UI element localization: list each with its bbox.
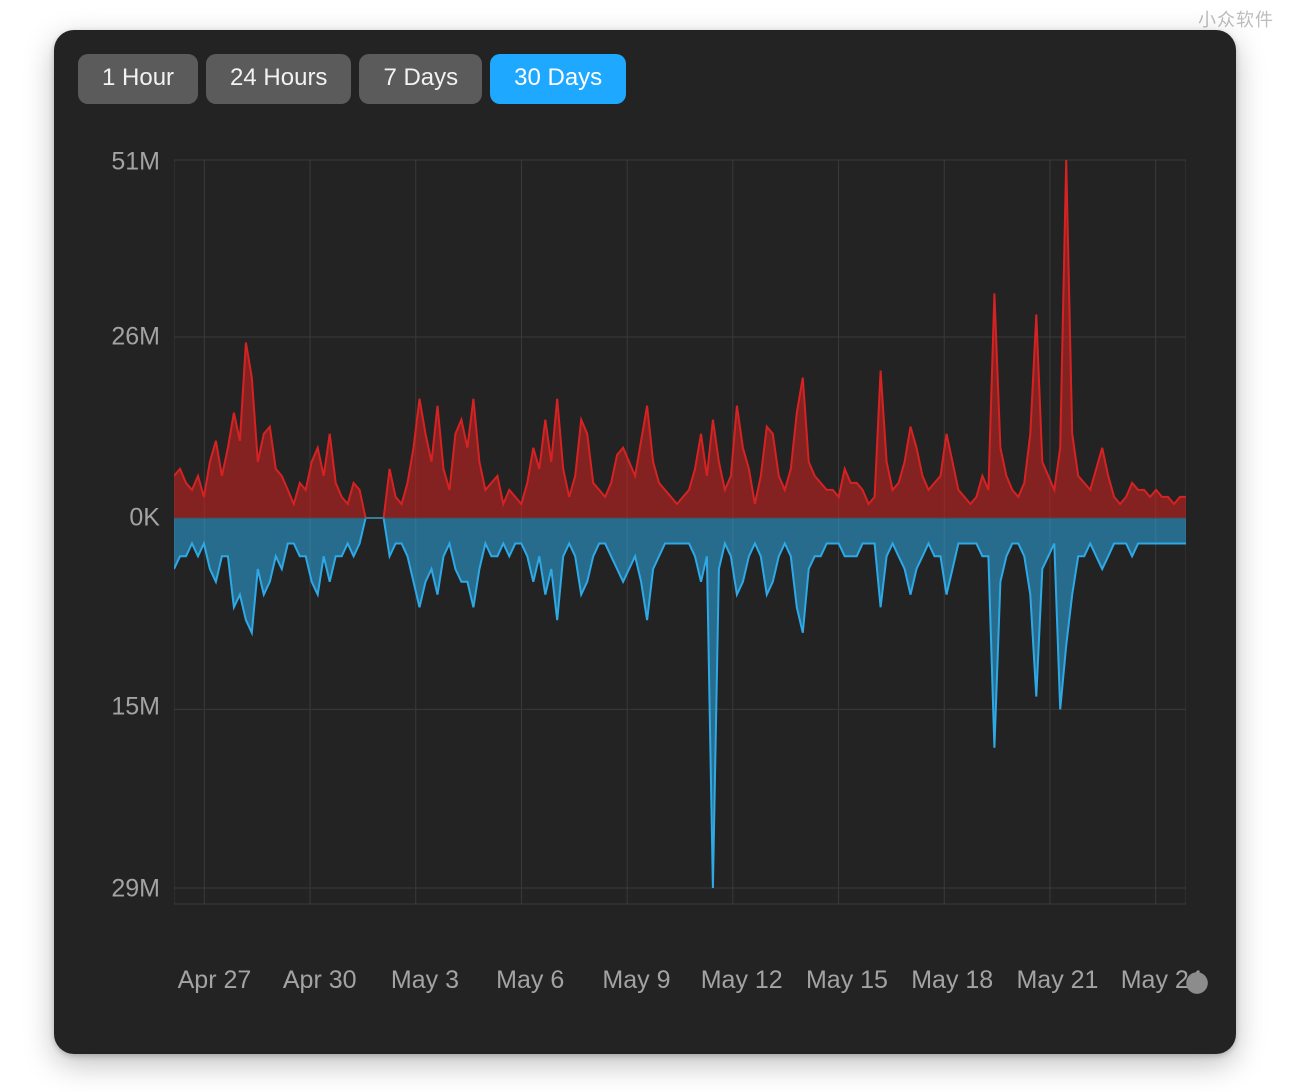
x-tick: May 6	[496, 966, 564, 995]
x-tick: May 18	[911, 966, 993, 995]
chart-area	[174, 142, 1186, 954]
time-range-tabs: 1 Hour 24 Hours 7 Days 30 Days	[78, 54, 626, 104]
y-axis: 51M 26M 0K 15M 29M	[54, 142, 170, 954]
y-tick: 51M	[111, 148, 160, 177]
x-tick: May 12	[701, 966, 783, 995]
clock-icon	[1184, 970, 1210, 996]
tab-1-hour[interactable]: 1 Hour	[78, 54, 198, 104]
y-tick: 15M	[111, 693, 160, 722]
y-tick: 29M	[111, 875, 160, 904]
tab-30-days[interactable]: 30 Days	[490, 54, 626, 104]
x-tick: May 15	[806, 966, 888, 995]
x-tick: May 3	[391, 966, 459, 995]
y-tick: 26M	[111, 323, 160, 352]
x-axis: Apr 27 Apr 30 May 3 May 6 May 9 May 12 M…	[174, 966, 1186, 1006]
y-tick: 0K	[129, 504, 160, 533]
x-tick: May 21	[1016, 966, 1098, 995]
x-tick: Apr 27	[178, 966, 252, 995]
watermark-text: 小众软件	[1198, 6, 1274, 32]
traffic-panel: 1 Hour 24 Hours 7 Days 30 Days 51M 26M 0…	[54, 30, 1236, 1054]
x-tick: Apr 30	[283, 966, 357, 995]
x-tick: May 9	[602, 966, 670, 995]
tab-7-days[interactable]: 7 Days	[359, 54, 482, 104]
tab-24-hours[interactable]: 24 Hours	[206, 54, 351, 104]
traffic-chart	[174, 142, 1186, 954]
